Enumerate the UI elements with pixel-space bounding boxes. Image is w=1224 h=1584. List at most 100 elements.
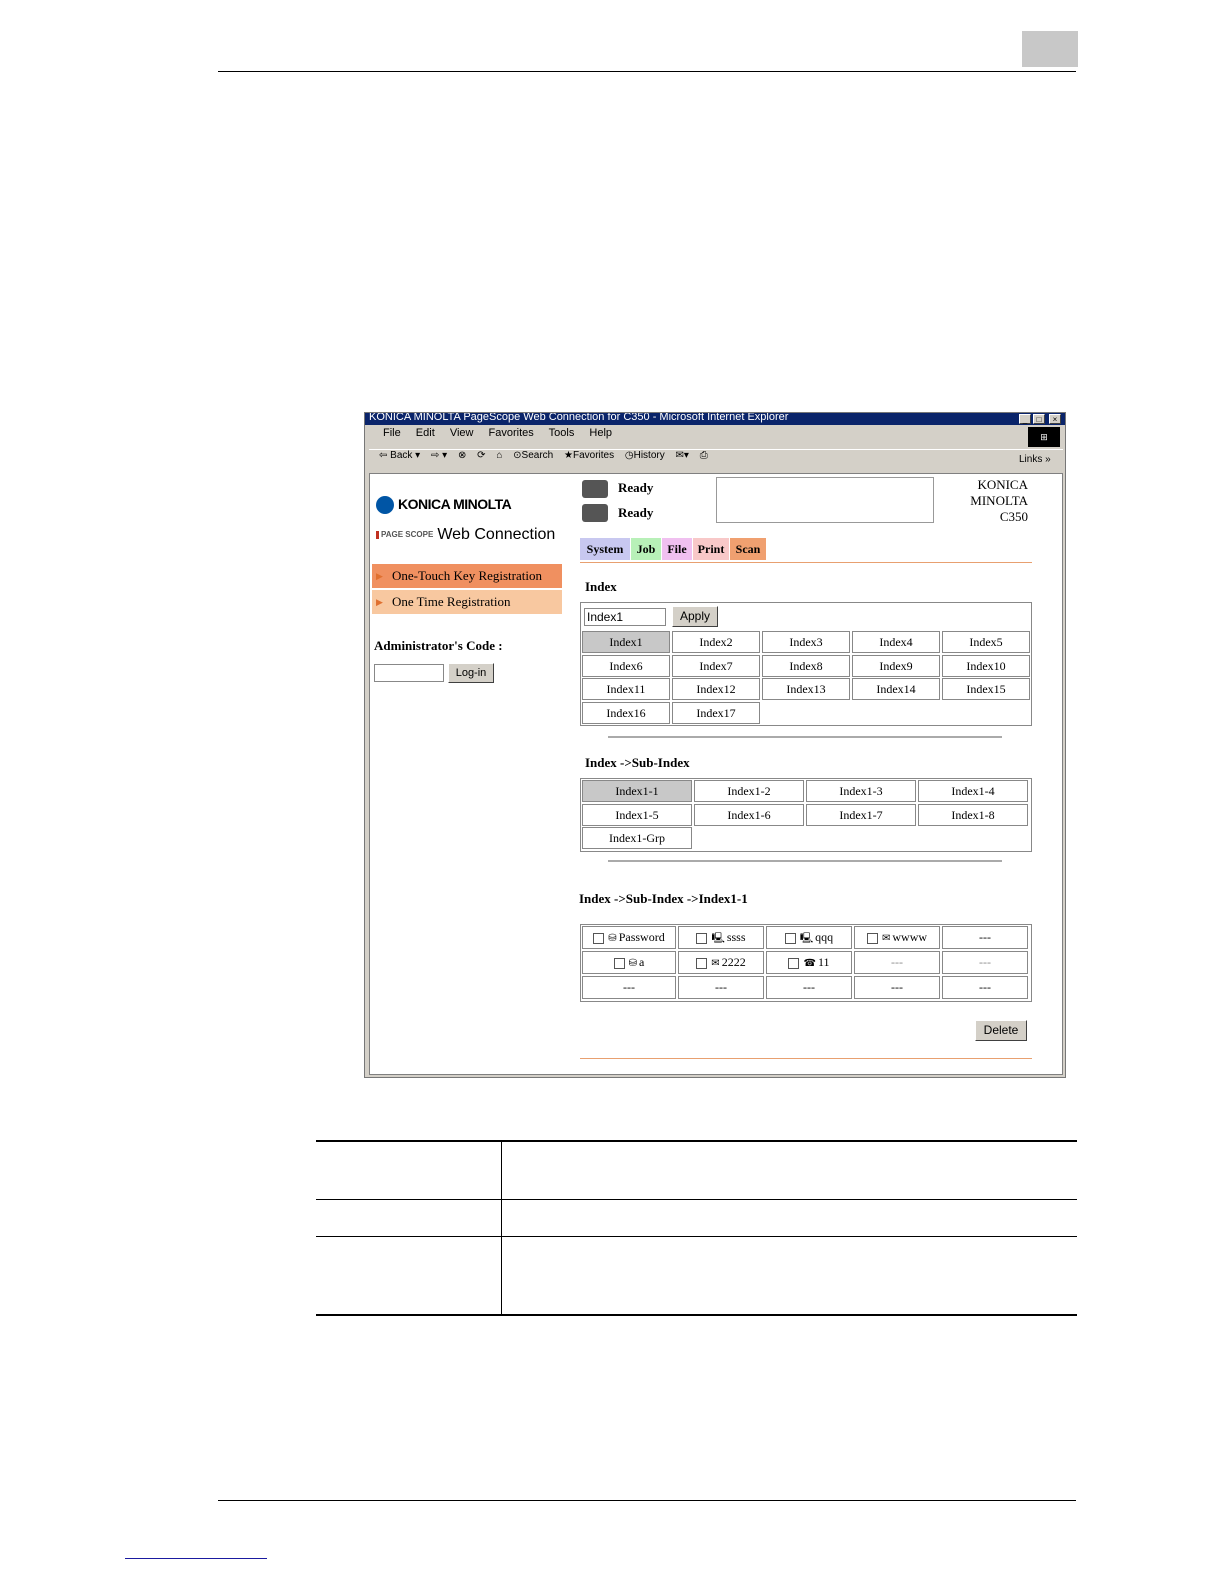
links-button[interactable]: Links » (1019, 454, 1051, 465)
toolbar: ⇦ Back ▾ ⇨ ▾ ⊗ ⟳ ⌂ ⊙Search ★Favorites ◷H… (369, 449, 1063, 472)
index-item[interactable]: Index7 (672, 654, 760, 677)
subindex-item[interactable]: Index1-4 (918, 780, 1028, 802)
entry-cell: --- (766, 976, 852, 999)
entry-cell[interactable]: ✉ wwww (854, 926, 940, 949)
entry-cell[interactable]: ⛁ a (582, 951, 676, 974)
entry-label: --- (715, 980, 727, 994)
arrow-right-icon: ▶ (376, 571, 383, 581)
table-bottom-border (316, 1314, 1077, 1316)
entry-checkbox[interactable] (788, 957, 800, 969)
mail-icon: ✉ (881, 933, 891, 944)
entry-label: a (639, 955, 645, 969)
menu-help[interactable]: Help (589, 427, 612, 439)
bottom-orange-rule (580, 1058, 1032, 1059)
menu-favorites[interactable]: Favorites (489, 427, 534, 439)
subindex-item[interactable]: Index1-2 (694, 780, 804, 802)
subindex-item[interactable]: Index1-1 (582, 780, 692, 802)
entry-label: wwww (892, 930, 928, 944)
minimize-icon[interactable]: _ (1019, 414, 1031, 424)
entry-label: --- (891, 980, 903, 994)
menu-edit[interactable]: Edit (416, 427, 435, 439)
history-icon: ◷ (624, 450, 634, 461)
admin-code-input[interactable] (374, 664, 444, 682)
entry-label: --- (979, 980, 991, 994)
index-item[interactable]: Index13 (762, 678, 850, 700)
subindex-item[interactable]: Index1-7 (806, 803, 916, 826)
back-button[interactable]: ⇦ Back ▾ (379, 450, 420, 461)
web-content: KONICA MINOLTA PAGE SCOPE Web Connection … (369, 473, 1063, 1075)
refresh-icon[interactable]: ⟳ (477, 450, 485, 461)
history-button[interactable]: ◷History (625, 450, 665, 461)
entry-label: --- (803, 980, 815, 994)
index-item[interactable]: Index16 (582, 701, 670, 724)
sidebar-item-one-touch-key-registration[interactable]: ▶ One-Touch Key Registration (372, 564, 562, 588)
entry-cell[interactable]: 🖳 ssss (678, 926, 764, 949)
index-item[interactable]: Index9 (852, 654, 940, 677)
index-item[interactable]: Index4 (852, 631, 940, 653)
search-button[interactable]: ⊙Search (513, 450, 553, 461)
index-item[interactable]: Index12 (672, 678, 760, 700)
entry-checkbox[interactable] (696, 957, 708, 969)
tab-print[interactable]: Print (693, 538, 729, 560)
menu-bar: File Edit View Favorites Tools Help (369, 427, 1063, 447)
table-row-divider (316, 1199, 1077, 1200)
subindex-item[interactable]: Index1-3 (806, 780, 916, 802)
entry-cell: --- (854, 976, 940, 999)
index-item[interactable]: Index6 (582, 654, 670, 677)
subindex-item[interactable]: Index1-8 (918, 803, 1028, 826)
links-label: Links (1019, 454, 1043, 465)
index-name-input[interactable]: Index1 (584, 608, 666, 626)
entry-cell[interactable]: ✉ 2222 (678, 951, 764, 974)
menu-view[interactable]: View (450, 427, 474, 439)
stop-icon[interactable]: ⊗ (458, 450, 466, 461)
entry-cell[interactable]: ⛁ Password (582, 926, 676, 949)
entry-label: --- (979, 930, 991, 944)
entry-checkbox[interactable] (866, 932, 878, 944)
subindex-item[interactable]: Index1-6 (694, 803, 804, 826)
sidebar-item-one-time-registration[interactable]: ▶ One Time Registration (372, 590, 562, 614)
menu-tools[interactable]: Tools (549, 427, 575, 439)
index-item[interactable]: Index1 (582, 631, 670, 653)
delete-button[interactable]: Delete (975, 1020, 1027, 1041)
entry-cell[interactable]: ☎ 11 (766, 951, 852, 974)
print-icon[interactable]: ⎙ (700, 450, 708, 461)
index-item[interactable]: Index5 (942, 631, 1030, 653)
index-item[interactable]: Index10 (942, 654, 1030, 677)
index-item[interactable]: Index3 (762, 631, 850, 653)
history-label: History (633, 450, 665, 461)
home-icon[interactable]: ⌂ (496, 450, 502, 461)
windows-logo-icon: ⊞ (1028, 427, 1060, 447)
tab-scan[interactable]: Scan (730, 538, 766, 560)
menu-file[interactable]: File (383, 427, 401, 439)
mail-icon: ✉ (711, 958, 720, 969)
index-item[interactable]: Index11 (582, 678, 670, 700)
sidebar-item-label: One-Touch Key Registration (392, 568, 542, 583)
index-item[interactable]: Index14 (852, 678, 940, 700)
index-item[interactable]: Index2 (672, 631, 760, 653)
login-button[interactable]: Log-in (448, 663, 494, 683)
entry-checkbox[interactable] (784, 932, 796, 944)
favorites-button[interactable]: ★Favorites (564, 450, 614, 461)
close-icon[interactable]: × (1049, 414, 1061, 424)
entry-checkbox[interactable] (696, 932, 708, 944)
konica-minolta-globe-icon (376, 496, 394, 515)
entry-checkbox[interactable] (593, 932, 605, 944)
entry-label: ssss (726, 930, 746, 944)
database-icon: ⛁ (608, 933, 617, 944)
index-item[interactable]: Index17 (672, 701, 760, 724)
subindex-item[interactable]: Index1-Grp (582, 827, 692, 849)
entry-cell: --- (582, 976, 676, 999)
subindex-item[interactable]: Index1-5 (582, 803, 692, 826)
tab-job[interactable]: Job (631, 538, 661, 560)
mail-button[interactable]: ✉▾ (676, 450, 689, 461)
index-item[interactable]: Index15 (942, 678, 1030, 700)
entry-checkbox[interactable] (613, 957, 625, 969)
tab-file[interactable]: File (662, 538, 692, 560)
index-item[interactable]: Index8 (762, 654, 850, 677)
maximize-icon[interactable]: □ (1033, 414, 1045, 424)
apply-button[interactable]: Apply (672, 606, 718, 627)
tab-system[interactable]: System (580, 538, 630, 560)
entry-cell[interactable]: 🖳 qqq (766, 926, 852, 949)
entry-label: --- (979, 955, 991, 969)
forward-button[interactable]: ⇨ ▾ (431, 450, 447, 461)
